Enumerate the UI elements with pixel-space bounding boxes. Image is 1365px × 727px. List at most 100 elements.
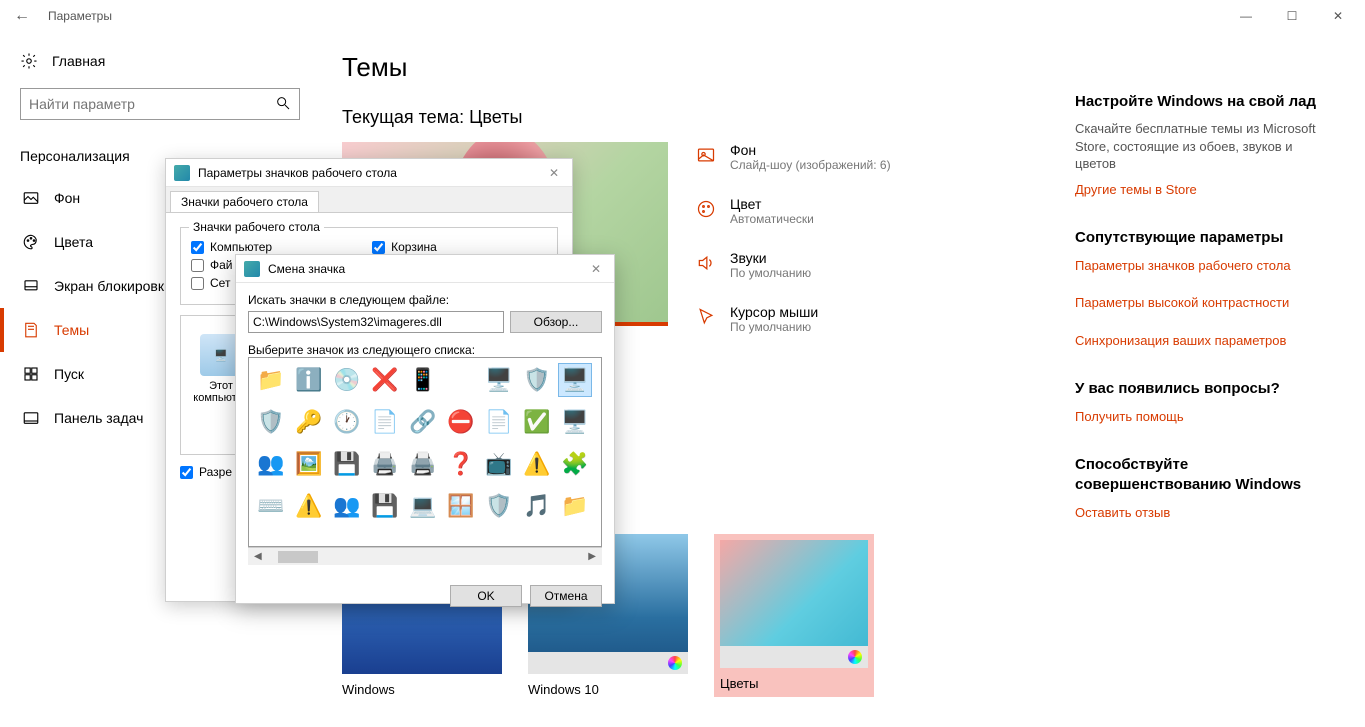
system-icon[interactable]: 📋 xyxy=(597,490,602,522)
system-icon[interactable]: 💿 xyxy=(331,364,363,396)
window-title: Параметры xyxy=(40,9,112,23)
icon-path-input[interactable] xyxy=(248,311,504,333)
system-icon[interactable]: 🛡️ xyxy=(255,406,287,438)
picture-icon xyxy=(696,145,716,165)
choose-label: Выберите значок из следующего списка: xyxy=(248,343,602,357)
app-icon xyxy=(174,165,190,181)
system-icon[interactable]: ✅ xyxy=(521,406,553,438)
system-icon[interactable]: 📄 xyxy=(369,406,401,438)
sidebar-home[interactable]: Главная xyxy=(20,52,320,70)
system-icon[interactable]: ❌ xyxy=(369,364,401,396)
checkbox-recycle[interactable]: Корзина xyxy=(372,240,437,254)
checkbox-computer[interactable]: Компьютер xyxy=(191,240,272,254)
aside-heading: У вас появились вопросы? xyxy=(1075,379,1335,399)
search-input[interactable] xyxy=(21,89,299,119)
system-icon[interactable]: ⌨️ xyxy=(255,490,287,522)
scroll-thumb[interactable] xyxy=(278,551,318,563)
link-feedback[interactable]: Оставить отзыв xyxy=(1075,504,1335,522)
palette-icon xyxy=(22,233,40,251)
system-icon[interactable]: 🛡️ xyxy=(483,490,515,522)
theme-card-flowers[interactable]: Цветы xyxy=(714,534,874,697)
dialog-titlebar[interactable]: Смена значка ✕ xyxy=(236,255,614,283)
start-icon xyxy=(22,365,40,383)
system-icon[interactable]: 📁 xyxy=(597,364,602,396)
system-icon[interactable]: 🕐 xyxy=(331,406,363,438)
system-icon[interactable]: ❓ xyxy=(445,448,477,480)
scroll-left-icon[interactable]: ◀ xyxy=(252,551,264,562)
search-icon xyxy=(275,95,291,111)
system-icon[interactable]: 📱 xyxy=(407,364,439,396)
taskbar-icon xyxy=(22,409,40,427)
system-icon[interactable]: 🖼️ xyxy=(293,448,325,480)
sidebar-item-label: Пуск xyxy=(54,366,84,382)
system-icon[interactable]: 👥 xyxy=(331,490,363,522)
link-store-themes[interactable]: Другие темы в Store xyxy=(1075,181,1335,199)
back-button[interactable]: ← xyxy=(4,7,40,25)
tab-desktop-icons[interactable]: Значки рабочего стола xyxy=(170,191,319,212)
link-desktop-icons[interactable]: Параметры значков рабочего стола xyxy=(1075,257,1335,275)
system-icon[interactable]: 🖥️ xyxy=(559,406,591,438)
dialog-change-icon: Смена значка ✕ Искать значки в следующем… xyxy=(235,254,615,604)
system-icon[interactable]: 🖥️ xyxy=(483,364,515,396)
home-label: Главная xyxy=(52,53,105,69)
close-icon[interactable]: ✕ xyxy=(544,166,564,180)
system-icon[interactable]: 🔑 xyxy=(293,406,325,438)
system-icon[interactable]: 📺 xyxy=(483,448,515,480)
system-icon[interactable]: 🎵 xyxy=(521,490,553,522)
theme-prop-color[interactable]: ЦветАвтоматически xyxy=(696,196,891,226)
theme-prop-sounds[interactable]: ЗвукиПо умолчанию xyxy=(696,250,891,280)
browse-button[interactable]: Обзор... xyxy=(510,311,602,333)
system-icon[interactable]: 💾 xyxy=(331,448,363,480)
system-icon[interactable]: 🛡️ xyxy=(521,364,553,396)
system-icon[interactable]: 🪟 xyxy=(445,490,477,522)
dialog-titlebar[interactable]: Параметры значков рабочего стола ✕ xyxy=(166,159,572,187)
system-icon[interactable]: 💾 xyxy=(369,490,401,522)
icon-list[interactable]: 📁 ℹ️ 💿 ❌ 📱 🖥️ 🛡️ 🖥️ 📁 🛡️ 🔑 🕐 📄 🔗 ⛔ 📄 ✅ 🖥… xyxy=(248,357,602,547)
system-icon[interactable]: ℹ️ xyxy=(293,364,325,396)
link-high-contrast[interactable]: Параметры высокой контрастности xyxy=(1075,294,1335,312)
system-icon[interactable]: 💻 xyxy=(407,490,439,522)
system-icon[interactable]: 📁 xyxy=(255,364,287,396)
theme-prop-background[interactable]: ФонСлайд-шоу (изображений: 6) xyxy=(696,142,891,172)
sidebar-item-label: Цвета xyxy=(54,234,93,250)
current-theme-line: Текущая тема: Цветы xyxy=(342,107,1035,128)
system-icon[interactable]: 🧩 xyxy=(559,448,591,480)
aside-heading: Настройте Windows на свой лад xyxy=(1075,92,1335,112)
system-icon[interactable]: 🖥️ xyxy=(559,364,591,396)
aside-heading: Способствуйте совершенствованию Windows xyxy=(1075,455,1335,496)
system-icon[interactable]: ⚠️ xyxy=(521,448,553,480)
link-sync-settings[interactable]: Синхронизация ваших параметров xyxy=(1075,332,1335,350)
system-icon[interactable]: 🖨️ xyxy=(407,448,439,480)
sidebar-item-label: Экран блокировки xyxy=(54,278,172,294)
system-icon[interactable]: 📁 xyxy=(597,448,602,480)
sidebar-item-label: Темы xyxy=(54,322,89,338)
theme-prop-cursor[interactable]: Курсор мышиПо умолчанию xyxy=(696,304,891,334)
system-icon[interactable]: 🖨️ xyxy=(369,448,401,480)
close-button[interactable] xyxy=(1315,0,1361,32)
link-get-help[interactable]: Получить помощь xyxy=(1075,408,1335,426)
dialog-title: Смена значка xyxy=(268,262,345,276)
maximize-button[interactable] xyxy=(1269,0,1315,32)
search-box[interactable] xyxy=(20,88,300,120)
system-icon[interactable] xyxy=(445,364,477,396)
group-label: Значки рабочего стола xyxy=(189,220,324,234)
scroll-right-icon[interactable]: ▶ xyxy=(586,551,598,562)
lock-screen-icon xyxy=(22,277,40,295)
app-icon xyxy=(244,261,260,277)
system-icon[interactable]: 📋 xyxy=(597,406,602,438)
horizontal-scrollbar[interactable]: ◀ ▶ xyxy=(248,547,602,565)
system-icon[interactable]: 🔗 xyxy=(407,406,439,438)
system-icon[interactable]: 👥 xyxy=(255,448,287,480)
system-icon[interactable]: 📄 xyxy=(483,406,515,438)
system-icon[interactable]: ⚠️ xyxy=(293,490,325,522)
close-icon[interactable]: ✕ xyxy=(586,262,606,276)
color-wheel-icon xyxy=(848,650,862,664)
system-icon[interactable]: 📁 xyxy=(559,490,591,522)
cancel-button[interactable]: Отмена xyxy=(530,585,602,607)
minimize-button[interactable] xyxy=(1223,0,1269,32)
ok-button[interactable]: OK xyxy=(450,585,522,607)
sidebar-item-label: Панель задач xyxy=(54,410,143,426)
system-icon[interactable]: ⛔ xyxy=(445,406,477,438)
aside-text: Скачайте бесплатные темы из Microsoft St… xyxy=(1075,120,1335,173)
color-wheel-icon xyxy=(668,656,682,670)
